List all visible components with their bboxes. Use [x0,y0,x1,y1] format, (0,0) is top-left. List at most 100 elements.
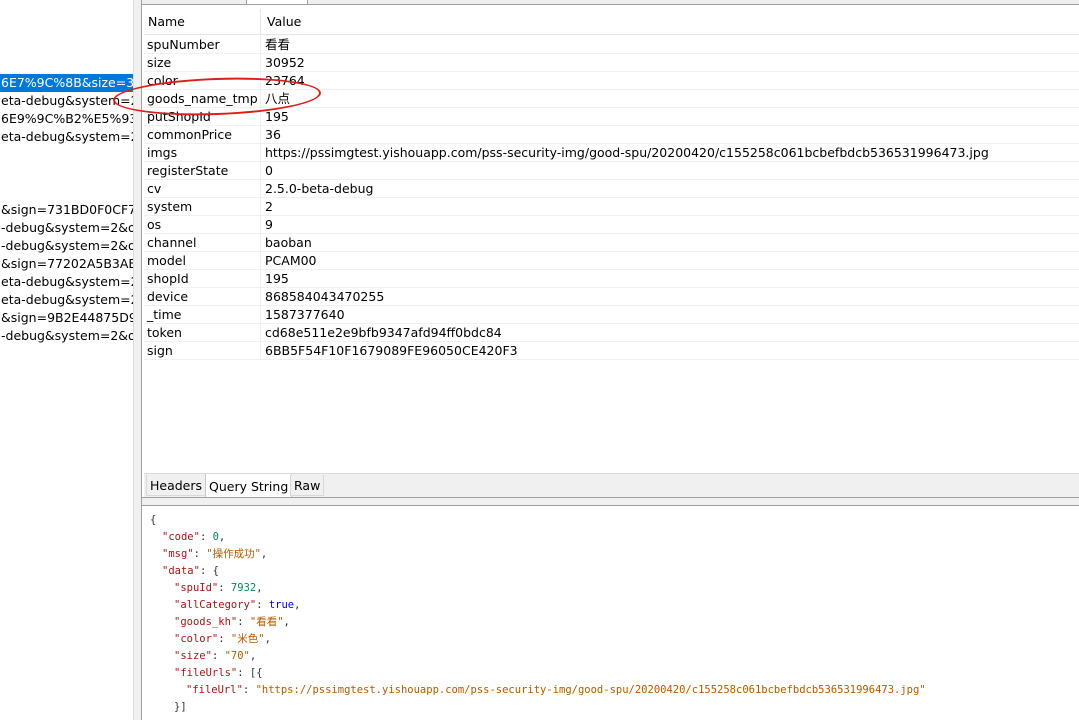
json-colon: : [211,650,225,662]
grid-row[interactable]: spuNumber 看看 [144,36,1079,54]
grid-row[interactable]: size 30952 [144,54,1079,72]
json-line: "data": { [162,563,219,580]
json-key: "color" [174,633,219,645]
request-list-item[interactable]: 6E7%9C%8B&size=309 [0,74,133,92]
request-list-item[interactable]: -debug&system=2&os [0,219,133,237]
param-value: 0 [265,163,273,178]
json-string: "米色" [230,633,265,645]
json-key: "data" [162,565,200,577]
param-value: 2.5.0-beta-debug [265,181,374,196]
request-list-item[interactable]: -debug&system=2&os [0,237,133,255]
json-key: "code" [162,531,200,543]
param-value: 1587377640 [265,307,345,322]
cell-divider [260,144,261,162]
param-name: sign [147,343,173,358]
json-brace: { [150,514,157,526]
column-header-name[interactable]: Name [148,9,185,35]
json-line: "code": 0, [162,529,225,546]
request-list-item[interactable]: &sign=77202A5B3AB9B [0,255,133,273]
grid-row[interactable]: commonPrice 36 [144,126,1079,144]
param-name: device [147,289,189,304]
param-value: 6BB5F54F10F1679089FE96050CE420F3 [265,343,518,358]
grid-row[interactable]: model PCAM00 [144,252,1079,270]
column-header-value[interactable]: Value [267,9,301,35]
json-line: { [150,512,156,529]
grid-row[interactable]: cv 2.5.0-beta-debug [144,180,1079,198]
query-string-grid[interactable]: Name Value spuNumber 看看 size 30952 color 23… [112,9,1079,473]
json-key: "size" [174,650,212,662]
grid-row[interactable]: imgs https://pssimgtest.yishouapp.com/pss… [144,144,1079,162]
param-value: 868584043470255 [265,289,385,304]
request-list-item[interactable]: eta-debug&system=2& [0,92,133,110]
json-colon: : [237,616,250,628]
json-key: "fileUrl" [186,684,243,696]
grid-row[interactable]: registerState 0 [144,162,1079,180]
grid-row[interactable]: color 23764 [144,72,1079,90]
grid-row[interactable]: sign 6BB5F54F10F1679089FE96050CE420F3 [144,342,1079,360]
cell-divider [260,252,261,270]
json-line: "size": "70", [174,648,256,665]
json-key: "fileUrls" [174,667,238,679]
grid-row[interactable]: os 9 [144,216,1079,234]
json-string: "https://pssimgtest.yishouapp.com/pss-se… [255,684,926,696]
cell-divider [260,54,261,72]
param-name: spuNumber [147,37,220,52]
json-string: "70" [224,650,250,662]
request-list[interactable]: 6E7%9C%8B&size=309 eta-debug&system=2& 6… [0,0,133,720]
grid-row[interactable]: channel baoban [144,234,1079,252]
json-comma: , [249,650,257,662]
request-list-item[interactable]: 6E9%9C%B2%E5%93% [0,110,133,128]
json-comma: , [264,633,271,645]
cell-divider [260,36,261,54]
param-name: os [147,217,162,232]
json-key: "goods_kh" [174,616,238,628]
param-name: size [147,55,172,70]
request-list-item[interactable]: eta-debug&system=2& [0,291,133,309]
json-number: 7932 [230,582,257,594]
param-name: channel [147,235,197,250]
param-value: 195 [265,271,289,286]
cell-divider [260,90,261,108]
tab-query-string[interactable]: Query String [205,474,293,498]
tab-headers[interactable]: Headers [146,475,207,496]
inspector-pane: Name Value spuNumber 看看 size 30952 color 23… [112,0,1079,720]
param-name: model [147,253,186,268]
param-value: baoban [265,235,312,250]
json-bracket: }] [174,701,187,713]
json-string: "看看" [249,616,284,628]
grid-row[interactable]: token cd68e511e2e9bfb9347afd94ff0bdc84 [144,324,1079,342]
json-string: "操作成功" [206,548,261,560]
request-list-item[interactable]: &sign=9B2E44875D95D [0,309,133,327]
json-brace: { [212,565,219,577]
param-name: registerState [147,163,229,178]
vertical-splitter[interactable] [133,0,142,720]
grid-row[interactable]: device 868584043470255 [144,288,1079,306]
request-list-item[interactable]: eta-debug&system=2& [0,273,133,291]
json-line: "spuId": 7932, [174,580,263,597]
grid-row[interactable]: system 2 [144,198,1079,216]
column-divider[interactable] [260,9,261,35]
param-name: token [147,325,182,340]
grid-row[interactable]: _time 1587377640 [144,306,1079,324]
json-line: "fileUrl": "https://pssimgtest.yishouapp… [186,682,926,699]
param-name: putShopId [147,109,211,124]
json-colon: : [218,633,231,645]
json-bracket: [{ [249,667,263,679]
cell-divider [260,180,261,198]
grid-row[interactable]: shopId 195 [144,270,1079,288]
cell-divider [260,72,261,90]
param-value: 36 [265,127,281,142]
cell-divider [260,216,261,234]
param-value: cd68e511e2e9bfb9347afd94ff0bdc84 [265,325,502,340]
cell-divider [260,306,261,324]
tab-raw[interactable]: Raw [290,475,325,496]
response-json-view[interactable]: { "code": 0, "msg": "操作成功", "data": { "s… [144,507,1079,720]
param-value: 30952 [265,55,305,70]
horizontal-splitter[interactable] [142,497,1079,506]
request-list-item[interactable]: eta-debug&system=2& [0,128,133,146]
grid-row[interactable]: goods_name_tmp 八点 [144,90,1079,108]
grid-header: Name Value [144,9,1079,35]
request-list-item[interactable]: &sign=731BD0F0CF7A7 [0,201,133,219]
request-list-item[interactable]: -debug&system=2&os [0,327,133,345]
grid-row[interactable]: putShopId 195 [144,108,1079,126]
